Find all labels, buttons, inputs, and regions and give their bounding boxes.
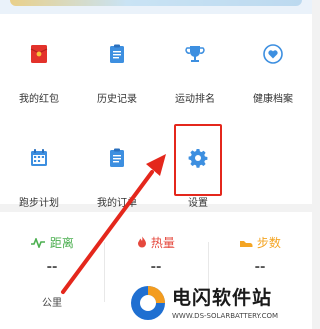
- watermark: 电闪软件站 WWW.DS-SOLARBATTERY.COM: [128, 281, 312, 329]
- menu-item-label: 我的红包: [19, 94, 59, 105]
- settings-highlight-box: [174, 124, 222, 196]
- menu-item-health-records[interactable]: 健康档案: [234, 14, 312, 105]
- watermark-title: 电闪软件站: [172, 287, 273, 309]
- menu-item-red-envelope[interactable]: 我的红包: [0, 14, 78, 105]
- menu-item-history[interactable]: 历史记录: [78, 14, 156, 105]
- watermark-logo-icon: [131, 286, 165, 320]
- clipboard-icon: [110, 44, 124, 63]
- stat-label: 步数: [256, 236, 281, 250]
- menu-item-ranking[interactable]: 运动排名: [156, 14, 234, 105]
- watermark-url: WWW.DS-SOLARBATTERY.COM: [172, 312, 279, 320]
- red-envelope-icon: [30, 45, 48, 63]
- trophy-icon: [185, 46, 205, 62]
- calendar-icon: [31, 149, 47, 166]
- shoe-icon: [240, 241, 253, 247]
- top-banner-edge: [0, 0, 312, 14]
- annotation-arrow: [61, 154, 166, 294]
- menu-item-label: 历史记录: [97, 94, 137, 105]
- menu-item-label: 健康档案: [253, 94, 293, 105]
- stat-value: --: [254, 260, 266, 275]
- banner-strip: [10, 0, 302, 6]
- stat-header: 步数: [208, 234, 312, 251]
- menu-item-label: 运动排名: [175, 94, 215, 105]
- heart-icon: [263, 44, 283, 64]
- pulse-icon: [31, 236, 46, 250]
- menu-item-label: 设置: [188, 198, 208, 209]
